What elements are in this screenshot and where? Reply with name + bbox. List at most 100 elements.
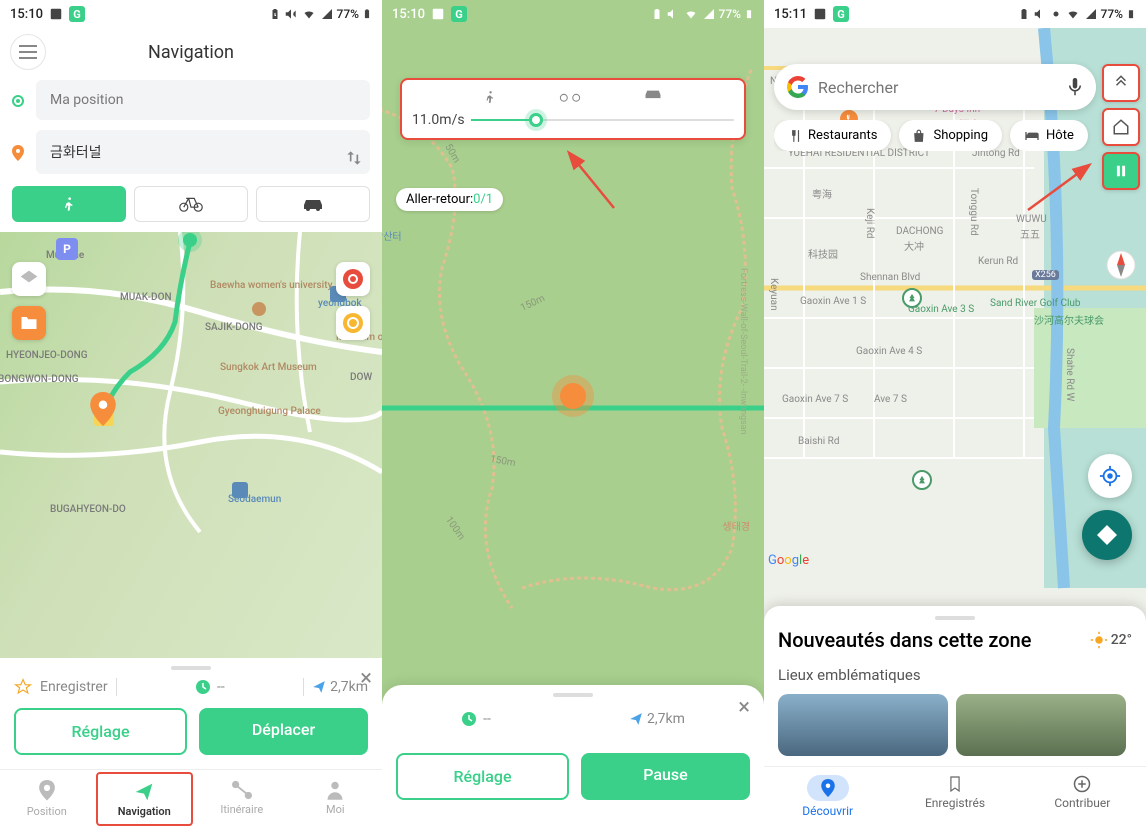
compass-icon[interactable]: [1106, 250, 1136, 280]
destination-input[interactable]: 금화터널: [36, 130, 370, 174]
tab-moi[interactable]: Moi: [289, 770, 383, 828]
duration-value: --: [217, 679, 225, 695]
search-input[interactable]: [818, 78, 1058, 97]
slider-thumb[interactable]: [529, 113, 543, 127]
chip-hotels[interactable]: Hôte: [1010, 120, 1088, 151]
map-coin-button[interactable]: [336, 306, 370, 340]
battery-text: 77%: [337, 7, 359, 21]
home-button[interactable]: [1102, 108, 1140, 146]
wifi-icon: [683, 8, 699, 20]
tab-contribuer[interactable]: Contribuer: [1019, 775, 1146, 818]
app-badge-icon: G: [69, 6, 85, 22]
tab-itineraire[interactable]: Itinéraire: [195, 770, 289, 828]
tab-navigation[interactable]: Navigation: [96, 772, 194, 826]
close-button[interactable]: ×: [360, 666, 372, 691]
signal-icon: [320, 8, 334, 20]
move-button[interactable]: Déplacer: [199, 708, 368, 755]
image-icon: [813, 7, 827, 21]
poi-park-icon-2: [912, 470, 932, 490]
origin-input[interactable]: Ma position: [36, 80, 370, 120]
map-folder-button[interactable]: [12, 306, 46, 340]
collapse-button[interactable]: [1102, 64, 1140, 102]
screen-navigation-active: 15:10 G 77% 150m 150m 50m 100m Fortress-…: [382, 0, 764, 828]
place-card[interactable]: [956, 694, 1126, 756]
battery-alert-icon: [1018, 7, 1030, 21]
chip-restaurants[interactable]: Restaurants: [774, 120, 891, 151]
search-bar[interactable]: [774, 64, 1096, 110]
app-badge-icon: G: [451, 6, 467, 22]
map-layer-button[interactable]: [12, 262, 46, 296]
car-icon: [643, 88, 663, 100]
place-card[interactable]: [778, 694, 948, 756]
menu-button[interactable]: [10, 34, 46, 70]
image-icon: [49, 7, 63, 21]
signal-icon: [1084, 8, 1098, 20]
google-tab-bar: Découvrir Enregistrés Contribuer: [764, 766, 1146, 828]
battery-text: 77%: [1101, 7, 1123, 21]
aller-retour-chip[interactable]: Aller-retour:0/1: [396, 188, 503, 211]
layer-icon: [19, 269, 39, 289]
chevron-double-up-icon: [1112, 74, 1130, 92]
fork-icon: [788, 129, 802, 143]
location-icon: [37, 780, 57, 802]
bed-icon: [1024, 130, 1040, 142]
close-button[interactable]: ×: [738, 695, 750, 720]
status-bar: 15:10 G 77%: [0, 0, 382, 28]
sheet-handle[interactable]: [935, 616, 975, 620]
bottom-tab-bar: Position Navigation Itinéraire Moi: [0, 769, 382, 828]
volume-off-icon: [1033, 7, 1047, 21]
origin-pin-icon: [10, 93, 26, 109]
mode-car-button[interactable]: [256, 186, 370, 222]
route-icon: [231, 780, 253, 800]
weather-badge[interactable]: 22°: [1090, 631, 1132, 649]
speed-slider[interactable]: [471, 119, 734, 121]
directions-button[interactable]: [1082, 510, 1132, 560]
save-label[interactable]: Enregistrer: [40, 679, 108, 695]
pause-button[interactable]: Pause: [581, 753, 750, 800]
sun-icon: [1090, 631, 1108, 649]
map-record-button[interactable]: [336, 262, 370, 296]
app-badge-icon: G: [833, 6, 849, 22]
car-icon: [301, 197, 325, 211]
folder-icon: [20, 315, 38, 331]
walk-icon: [61, 194, 77, 214]
bike-icon: [559, 88, 581, 102]
location-dot-icon: [1050, 8, 1062, 20]
mic-icon[interactable]: [1066, 76, 1084, 98]
sheet-handle[interactable]: [171, 666, 211, 670]
settings-button[interactable]: Réglage: [396, 753, 569, 800]
locate-me-button[interactable]: [1088, 454, 1132, 498]
status-bar: 15:11 G 77%: [764, 0, 1146, 28]
pause-overlay-button[interactable]: [1102, 152, 1140, 190]
map-view[interactable]: Muakjae MUAK-DON HYEONJEO-DONG SAJIK-DON…: [0, 232, 382, 658]
duration-icon: [195, 679, 211, 695]
tab-enregistres[interactable]: Enregistrés: [891, 775, 1018, 818]
chip-shopping[interactable]: Shopping: [899, 120, 1002, 151]
google-map-view[interactable]: North 1 Alle YUEHAI RESIDENTIAL DISTRICT…: [764, 28, 1146, 828]
battery-icon: [744, 6, 754, 22]
pause-icon: [1114, 163, 1128, 179]
record-icon: [342, 268, 364, 290]
tab-decouvrir[interactable]: Découvrir: [764, 775, 891, 818]
plus-circle-icon: [1073, 775, 1091, 793]
settings-button[interactable]: Réglage: [14, 708, 187, 755]
menu-icon: [19, 45, 37, 59]
google-logo-icon: [786, 75, 810, 99]
status-time: 15:11: [774, 7, 807, 22]
overlay-controls: [1102, 64, 1140, 190]
mode-walk-button[interactable]: [12, 186, 126, 222]
sheet-title-text: Nouveautés dans cette zone: [778, 628, 1031, 652]
tab-position[interactable]: Position: [0, 770, 94, 828]
destination-marker-icon: [90, 392, 116, 426]
signal-icon: [702, 8, 716, 20]
bookmark-icon: [948, 775, 962, 793]
image-icon: [431, 7, 445, 21]
sheet-handle[interactable]: [553, 693, 593, 697]
coin-icon: [342, 312, 364, 334]
battery-alert-icon: [269, 7, 281, 21]
mode-bike-button[interactable]: [134, 186, 248, 222]
swap-button[interactable]: [344, 148, 364, 168]
battery-alert-icon: [651, 7, 663, 21]
current-position-marker: [560, 383, 586, 409]
annotation-arrow-icon: [562, 146, 622, 216]
